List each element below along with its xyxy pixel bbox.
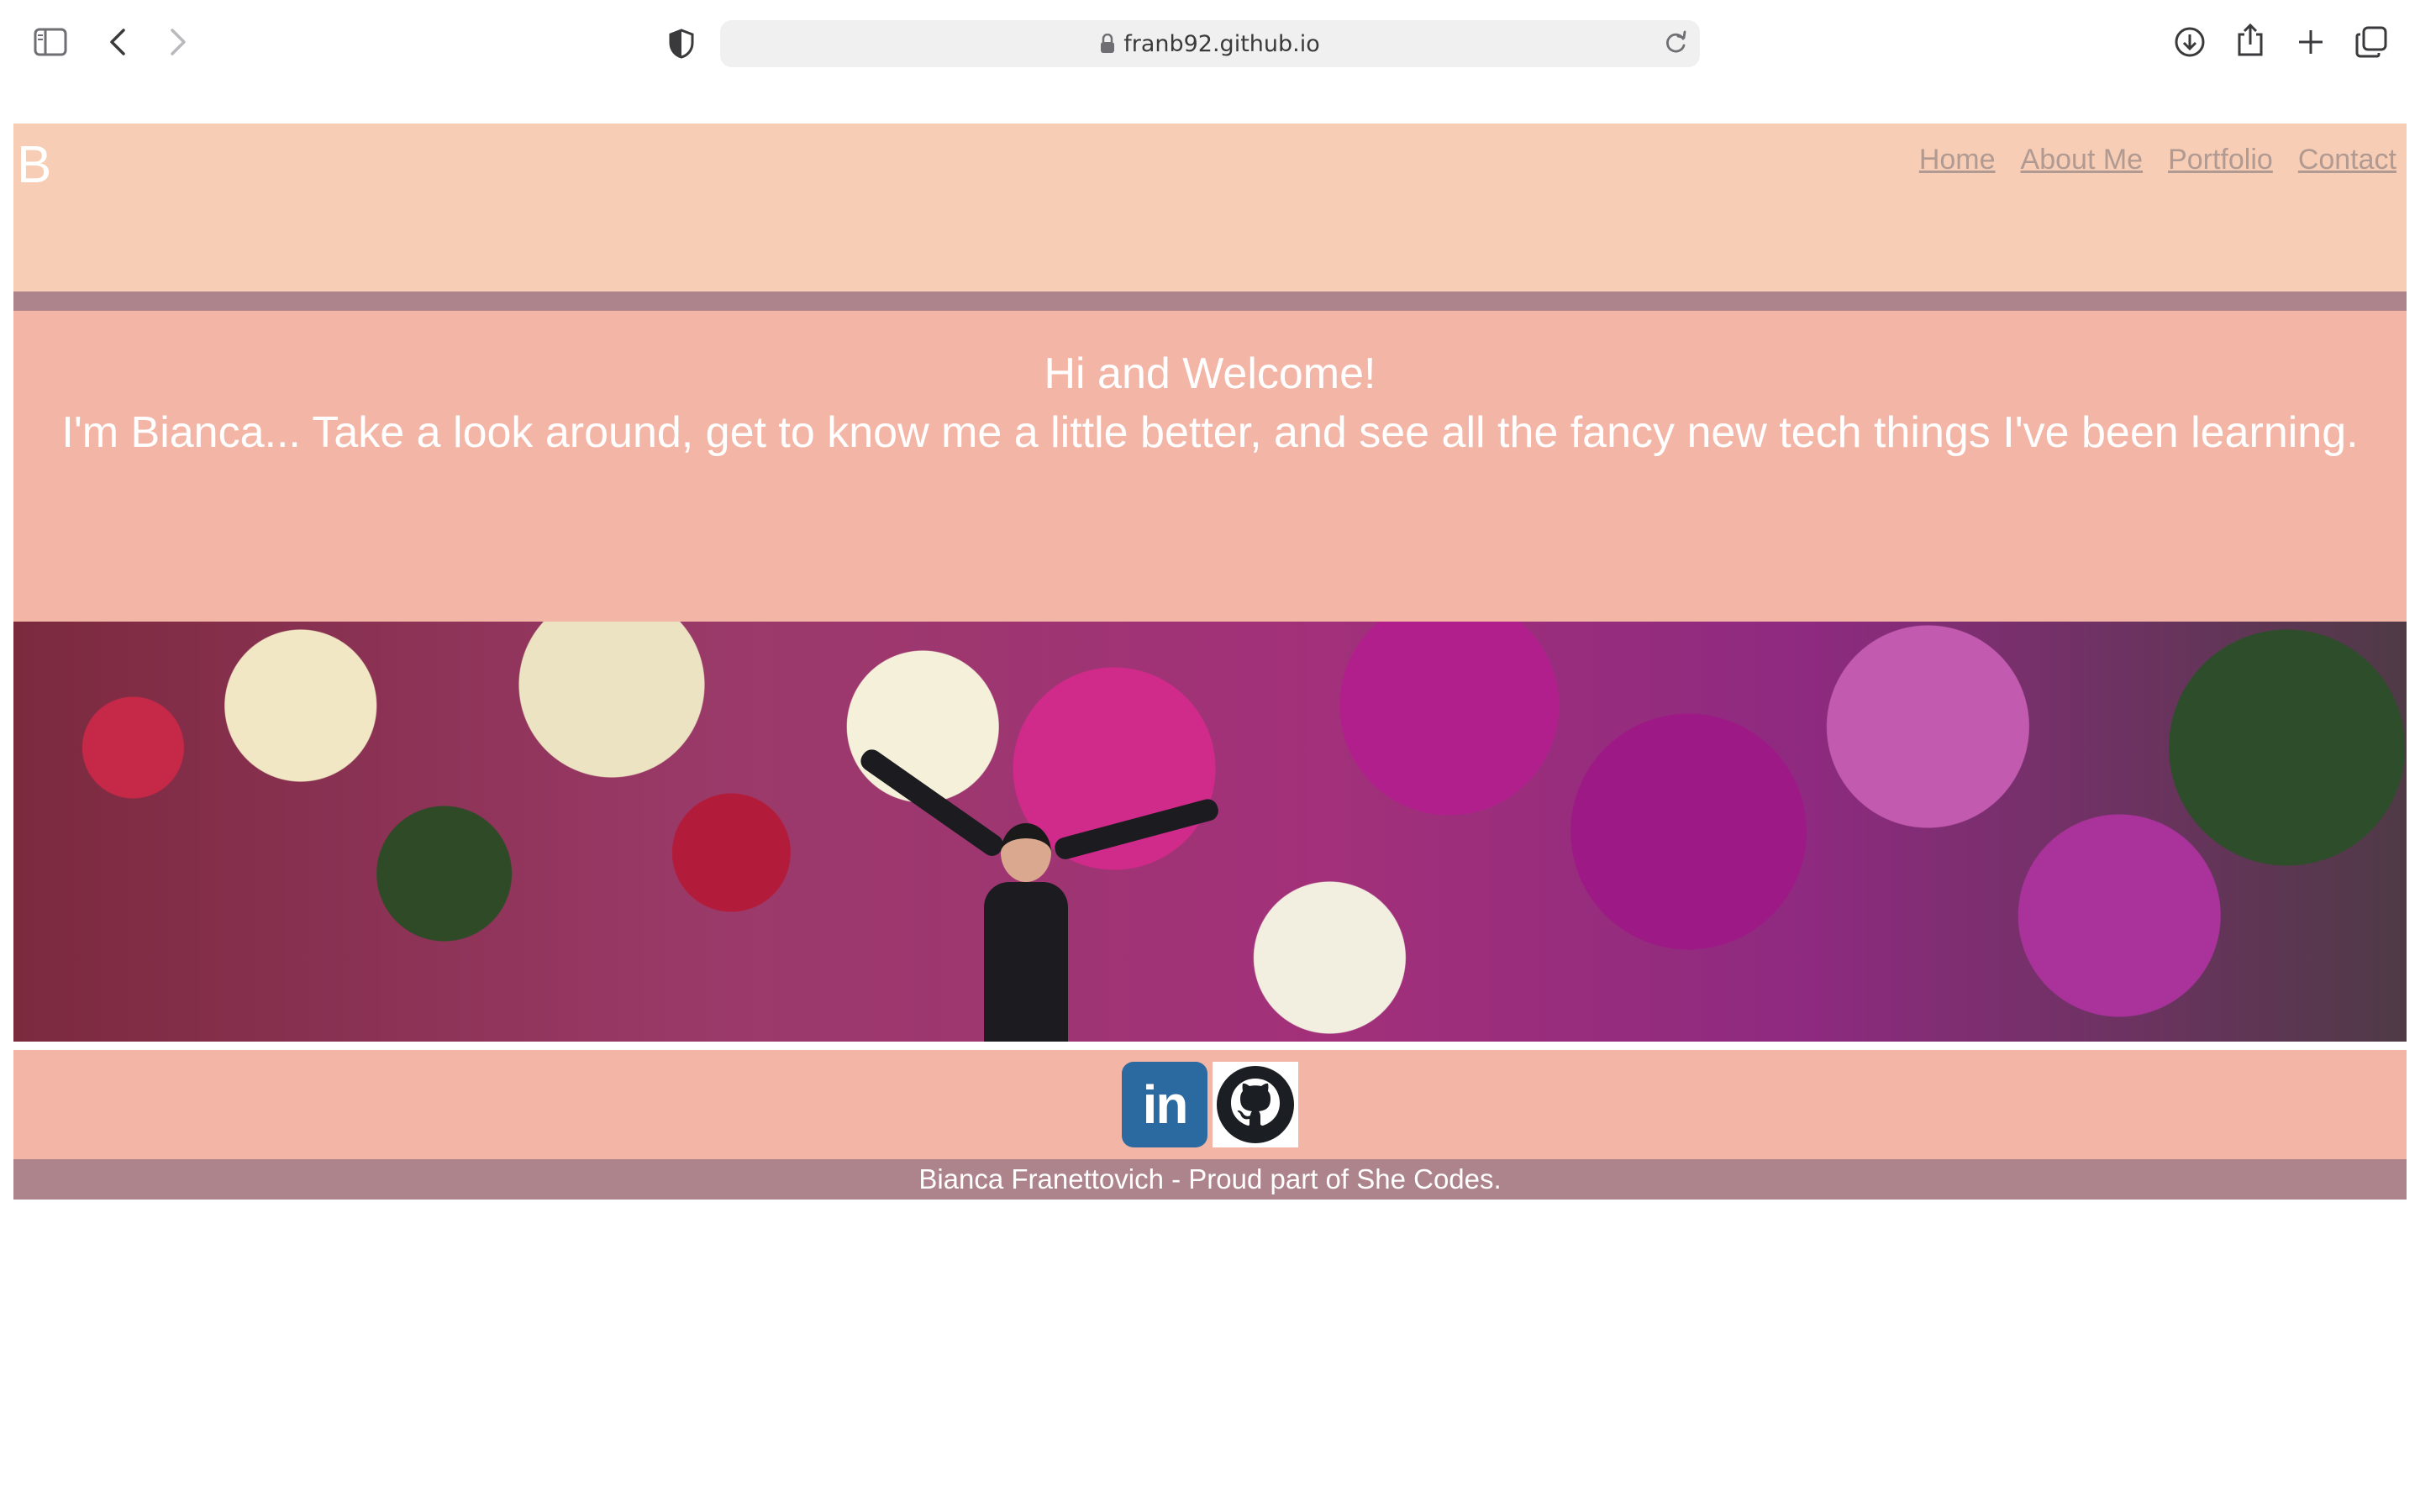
nav-portfolio-link[interactable]: Portfolio <box>2168 144 2273 176</box>
nav-about-link[interactable]: About Me <box>2021 144 2144 176</box>
main-nav: Home About Me Portfolio Contact <box>1919 144 2396 176</box>
site-logo[interactable]: B <box>17 135 51 195</box>
lock-icon <box>1100 34 1115 54</box>
tabs-overview-icon[interactable] <box>2348 18 2395 66</box>
nav-home-link[interactable]: Home <box>1919 144 1996 176</box>
website: B Home About Me Portfolio Contact Hi and… <box>13 123 2407 1200</box>
linkedin-icon[interactable]: in <box>1122 1062 1207 1147</box>
github-icon[interactable] <box>1213 1062 1298 1147</box>
person-figure <box>856 745 1221 1042</box>
shield-icon[interactable] <box>658 20 705 67</box>
reload-icon[interactable] <box>1663 29 1688 60</box>
plus-icon[interactable] <box>2287 18 2334 66</box>
nav-contact-link[interactable]: Contact <box>2298 144 2396 176</box>
hero-photo <box>13 622 2407 1042</box>
site-header: B Home About Me Portfolio Contact <box>13 123 2407 291</box>
url-text: franb92.github.io <box>1123 30 1320 57</box>
chevron-left-icon[interactable] <box>94 18 141 66</box>
download-icon[interactable] <box>2166 18 2213 66</box>
chevron-right-icon[interactable] <box>155 18 202 66</box>
sidebar-icon[interactable] <box>27 18 74 66</box>
photo-gap <box>13 1042 2407 1050</box>
browser-toolbar: franb92.github.io <box>0 0 2420 87</box>
address-bar[interactable]: franb92.github.io <box>720 20 1700 67</box>
hero-intro: I'm Bianca... Take a look around, get to… <box>61 408 2359 457</box>
share-icon[interactable] <box>2227 17 2274 64</box>
header-divider <box>13 291 2407 311</box>
hero-greeting: Hi and Welcome! <box>1044 349 1376 398</box>
site-footer: Bianca Franettovich - Proud part of She … <box>13 1159 2407 1200</box>
social-links: in <box>13 1050 2407 1159</box>
hero-section: Hi and Welcome! I'm Bianca... Take a loo… <box>13 311 2407 622</box>
